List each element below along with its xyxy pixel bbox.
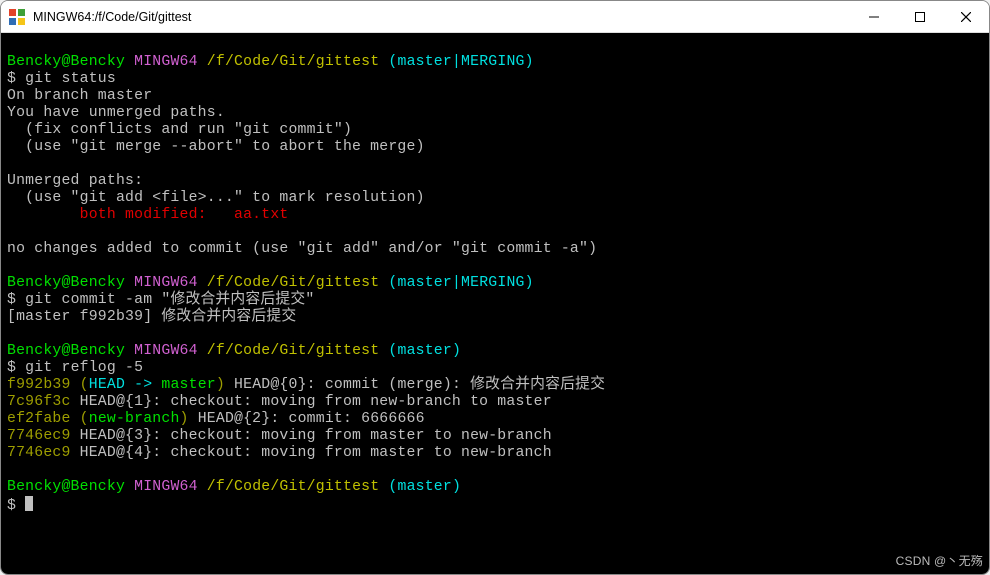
prompt-user: Bencky@Bencky [7,479,125,495]
reflog-hash: 7c96f3c [7,394,71,410]
prompt-path: /f/Code/Git/gittest [207,275,380,291]
reflog-hash: ef2fabe [7,411,71,427]
prompt-env: MINGW64 [134,479,198,495]
prompt-user: Bencky@Bencky [7,54,125,70]
window: MINGW64:/f/Code/Git/gittest Bencky@Benck… [0,0,990,575]
reflog-rest: HEAD@{3}: checkout: moving from master t… [71,428,552,444]
reflog-rest: HEAD@{1}: checkout: moving from new-bran… [71,394,552,410]
terminal[interactable]: Bencky@Bencky MINGW64 /f/Code/Git/gittes… [1,33,989,574]
prompt-user: Bencky@Bencky [7,275,125,291]
prompt-env: MINGW64 [134,54,198,70]
reflog-hash: 7746ec9 [7,445,71,461]
reflog-paren: ) [216,377,225,393]
prompt-branch: (master) [388,343,461,359]
prompt-ps: $ [7,292,25,308]
reflog-hash: f992b39 [7,377,71,393]
reflog-branch: master [161,377,215,393]
prompt-env: MINGW64 [134,343,198,359]
prompt-user: Bencky@Bencky [7,343,125,359]
close-button[interactable] [943,1,989,32]
prompt-env: MINGW64 [134,275,198,291]
reflog-paren: ) [180,411,189,427]
titlebar: MINGW64:/f/Code/Git/gittest [1,1,989,33]
prompt-ps: $ [7,360,25,376]
out-line: (use "git merge --abort" to abort the me… [7,139,425,155]
out-line: [master f992b39] 修改合并内容后提交 [7,309,296,325]
cmd-reflog: git reflog -5 [25,360,143,376]
cmd-commit: git commit -am "修改合并内容后提交" [25,292,314,308]
maximize-button[interactable] [897,1,943,32]
minimize-button[interactable] [851,1,897,32]
conflict-label: both modified: [7,207,234,223]
prompt-branch: (master|MERGING) [388,54,533,70]
prompt-branch: (master|MERGING) [388,275,533,291]
window-controls [851,1,989,32]
reflog-head: HEAD -> [89,377,162,393]
window-title: MINGW64:/f/Code/Git/gittest [33,10,851,24]
conflict-file: aa.txt [234,207,288,223]
prompt-branch: (master) [388,479,461,495]
watermark: CSDN @丶无殇 [896,553,983,570]
out-line: (use "git add <file>..." to mark resolut… [7,190,425,206]
app-icon [9,9,25,25]
reflog-rest: HEAD@{2}: commit: 6666666 [189,411,425,427]
reflog-paren: ( [71,377,89,393]
out-line: no changes added to commit (use "git add… [7,241,597,257]
out-line: Unmerged paths: [7,173,143,189]
reflog-branch: new-branch [89,411,180,427]
out-line: (fix conflicts and run "git commit") [7,122,352,138]
cmd-status: git status [25,71,116,87]
reflog-rest: HEAD@{4}: checkout: moving from master t… [71,445,552,461]
reflog-rest: HEAD@{0}: commit (merge): 修改合并内容后提交 [225,377,605,393]
out-line: On branch master [7,88,152,104]
reflog-paren: ( [71,411,89,427]
prompt-path: /f/Code/Git/gittest [207,343,380,359]
cursor [25,496,33,511]
prompt-path: /f/Code/Git/gittest [207,479,380,495]
out-line: You have unmerged paths. [7,105,225,121]
prompt-path: /f/Code/Git/gittest [207,54,380,70]
reflog-hash: 7746ec9 [7,428,71,444]
prompt-ps: $ [7,498,25,514]
prompt-ps: $ [7,71,25,87]
